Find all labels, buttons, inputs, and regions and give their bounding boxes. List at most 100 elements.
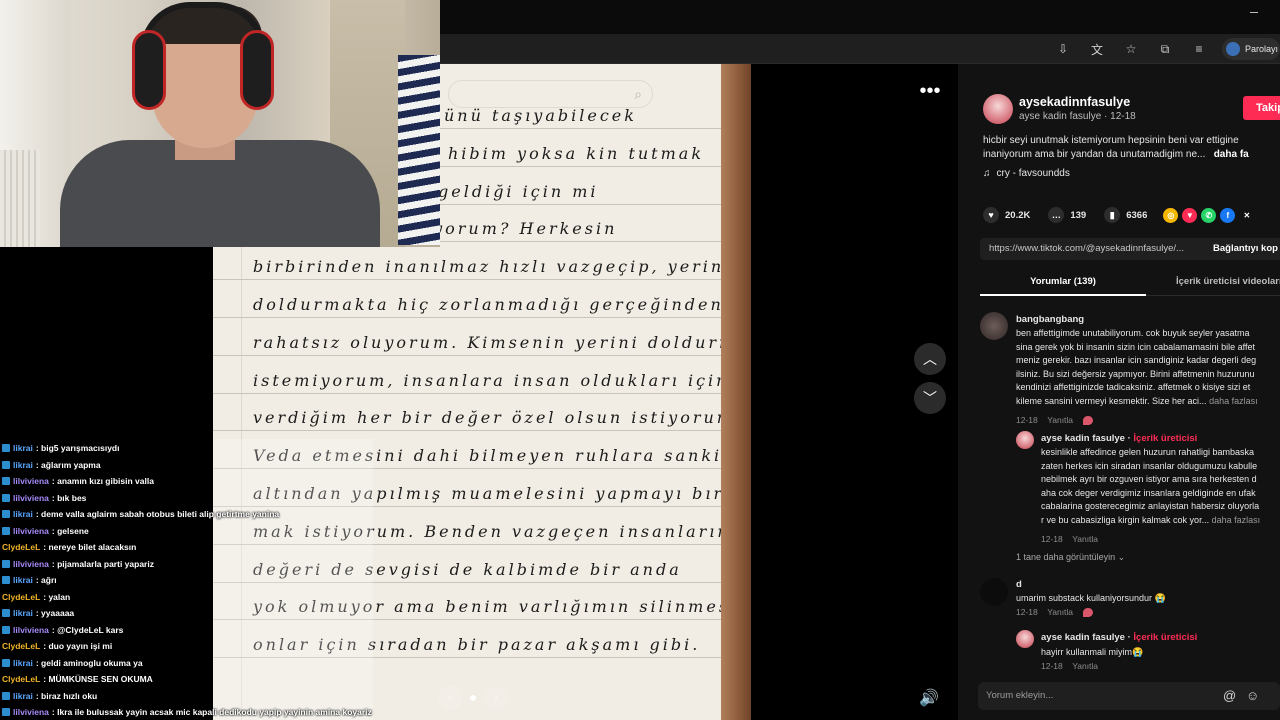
search-icon: ⌕ [634, 86, 642, 102]
chat-username[interactable]: likrai [13, 658, 33, 668]
comment-more-link[interactable]: daha fazlası [1212, 515, 1261, 525]
notebook-rule [213, 279, 721, 281]
chat-username[interactable]: likrai [13, 608, 33, 618]
password-manager-button[interactable]: Parolayı [1222, 38, 1280, 60]
tab-creator-videos[interactable]: İçerik üreticisi videoları [1176, 276, 1280, 287]
comment-button[interactable]: … 139 [1048, 207, 1086, 223]
chat-message: lilviviena: anamın kızı gibisin valla [2, 473, 154, 489]
like-button[interactable]: ♥ 20.2K [983, 207, 1030, 223]
description-more-link[interactable]: daha fa [1214, 149, 1249, 160]
creator-badge: İçerik üreticisi [1133, 433, 1198, 444]
commenter-name[interactable]: bangbangbang [1016, 314, 1084, 325]
comment-line: ben affettigimde unutabiliyorum. cok buy… [1016, 328, 1250, 338]
author-avatar[interactable] [983, 94, 1013, 124]
commenter-name[interactable]: ayse kadin fasulye · İçerik üreticisi [1041, 433, 1197, 444]
embed-share-icon[interactable]: ◎ [1163, 207, 1179, 223]
commenter-name[interactable]: ayse kadin fasulye · İçerik üreticisi [1041, 632, 1197, 643]
commenter-name[interactable]: d [1016, 579, 1022, 590]
more-options-button[interactable]: ••• [913, 80, 947, 104]
reply-button[interactable]: Yanıtla [1072, 534, 1098, 544]
chat-text: : gelsene [51, 525, 89, 536]
chat-message: likrai: deme valla aglairm sabah otobus … [2, 506, 279, 522]
reply-button[interactable]: Yanıtla [1072, 661, 1098, 671]
comment-more-link[interactable]: daha fazlası [1209, 396, 1258, 406]
chat-username[interactable]: lilviviena [13, 476, 49, 486]
chat-username[interactable]: lilviviena [13, 707, 49, 717]
reply-button[interactable]: Yanıtla [1047, 607, 1073, 617]
like-count: 20.2K [1005, 209, 1031, 221]
install-app-icon[interactable]: ⇩ [1052, 38, 1074, 60]
tab-comments[interactable]: Yorumlar (139) [980, 270, 1146, 296]
post-url-field[interactable]: https://www.tiktok.com/@aysekadinnfasuly… [980, 238, 1280, 260]
reading-list-icon[interactable]: ≡ [1188, 38, 1210, 60]
comment-line: nebilmek ayrı bir ozguven istiyor ama sı… [1041, 474, 1257, 484]
comment-meta: 12-18 Yanıtla [1016, 415, 1094, 426]
slide-indicator[interactable] [470, 695, 476, 701]
chat-username[interactable]: ClydeLeL [2, 592, 40, 602]
chat-username[interactable]: lilviviena [13, 493, 49, 503]
handwritten-line: rahatsız oluyorum. Kimsenin yerini doldu… [253, 332, 750, 352]
commenter-avatar[interactable] [980, 312, 1008, 340]
chat-username[interactable]: likrai [13, 509, 33, 519]
chat-username[interactable]: likrai [13, 460, 33, 470]
chat-badge-icon [2, 691, 10, 700]
chat-text: : Ikra ile bulussak yayin acsak mic kapa… [51, 707, 372, 717]
comment-line: zaten herkes icin siradan insanlar oldug… [1041, 460, 1258, 471]
chat-text: : geldi aminoglu okuma ya [35, 657, 143, 668]
music-link[interactable]: ♫ cry - favsoundds [983, 168, 1070, 179]
facebook-icon[interactable]: f [1220, 207, 1236, 223]
stream-chat: likrai: big5 yarışmacısıydı likrai: ağlar… [0, 440, 380, 720]
bookmark-star-icon[interactable]: ☆ [1120, 38, 1142, 60]
commenter-avatar[interactable] [1016, 431, 1034, 449]
chat-text: : biraz hızlı oku [35, 690, 98, 701]
chat-text: : yyaaaaa [35, 608, 75, 618]
chat-username[interactable]: lilviviena [13, 559, 49, 569]
slide-next-button[interactable]: › [484, 686, 508, 710]
send-share-icon[interactable]: ▼ [1182, 207, 1198, 223]
search-overlay[interactable]: ⌕ [448, 80, 653, 108]
chat-badge-icon [2, 576, 10, 584]
commenter-avatar[interactable] [980, 578, 1008, 606]
previous-video-button[interactable]: ︿ [914, 343, 946, 375]
chevron-down-icon: ﹀ [923, 390, 937, 406]
extensions-icon[interactable]: ⧉ [1154, 38, 1176, 60]
translate-icon[interactable]: 文 [1086, 38, 1108, 60]
next-video-button[interactable]: ﹀ [914, 382, 946, 414]
comment-line: r ve bu cabasizliga kirgin kalmak cok yo… [1041, 514, 1210, 525]
chat-badge-icon [2, 526, 10, 535]
chat-username[interactable]: ClydeLeL [2, 542, 40, 552]
x-share-icon[interactable]: ✕ [1239, 207, 1255, 223]
volume-button[interactable]: 🔊 [919, 688, 939, 708]
view-more-replies[interactable]: 1 tane daha görüntüleyin ⌄ [1016, 552, 1125, 563]
creator-liked-icon [1083, 608, 1094, 618]
comment-text: umarim substack kullaniyorsundur 😭 [1016, 593, 1166, 603]
author-username[interactable]: aysekadinnfasulye [1019, 95, 1130, 109]
chat-username[interactable]: ClydeLeL [2, 674, 40, 684]
chat-message: lilviviena: bık bes [2, 490, 86, 506]
emoji-icon[interactable]: ☺ [1246, 688, 1259, 703]
chat-username[interactable]: lilviviena [13, 526, 49, 536]
chat-message: lilviviena: Ikra ile bulussak yayin acsa… [2, 704, 372, 720]
chat-badge-icon [2, 460, 10, 469]
chat-username[interactable]: lilviviena [13, 625, 49, 635]
chat-username[interactable]: likrai [13, 575, 33, 585]
striped-fabric [398, 55, 440, 245]
chat-message: ClydeLeL: duo yayın işi mi [2, 638, 112, 654]
chat-username[interactable]: ClydeLeL [2, 641, 40, 651]
follow-button[interactable]: Takip [1243, 96, 1280, 120]
slide-navigation: ‹ › [438, 686, 508, 710]
engagement-bar: ♥ 20.2K … 139 ▮ 6366 ◎ ▼ ✆ f ✕ [983, 207, 1255, 223]
commenter-avatar[interactable] [1016, 630, 1034, 648]
author-subtitle: ayse kadin fasulye · 12-18 [1019, 111, 1136, 122]
minimize-icon[interactable] [1250, 12, 1258, 13]
mention-icon[interactable]: @ [1223, 688, 1236, 703]
save-button[interactable]: ▮ 6366 [1104, 207, 1147, 223]
copy-link-button[interactable]: Bağlantıyı kop [1213, 243, 1278, 254]
chat-username[interactable]: likrai [13, 443, 33, 453]
chat-username[interactable]: likrai [13, 691, 33, 701]
comment-text: kesinlikle affedince gelen huzurun rahat… [1041, 446, 1260, 527]
slide-prev-button[interactable]: ‹ [438, 686, 462, 710]
chat-message: lilviviena: gelsene [2, 523, 89, 539]
whatsapp-icon[interactable]: ✆ [1201, 207, 1217, 223]
reply-button[interactable]: Yanıtla [1047, 415, 1073, 425]
